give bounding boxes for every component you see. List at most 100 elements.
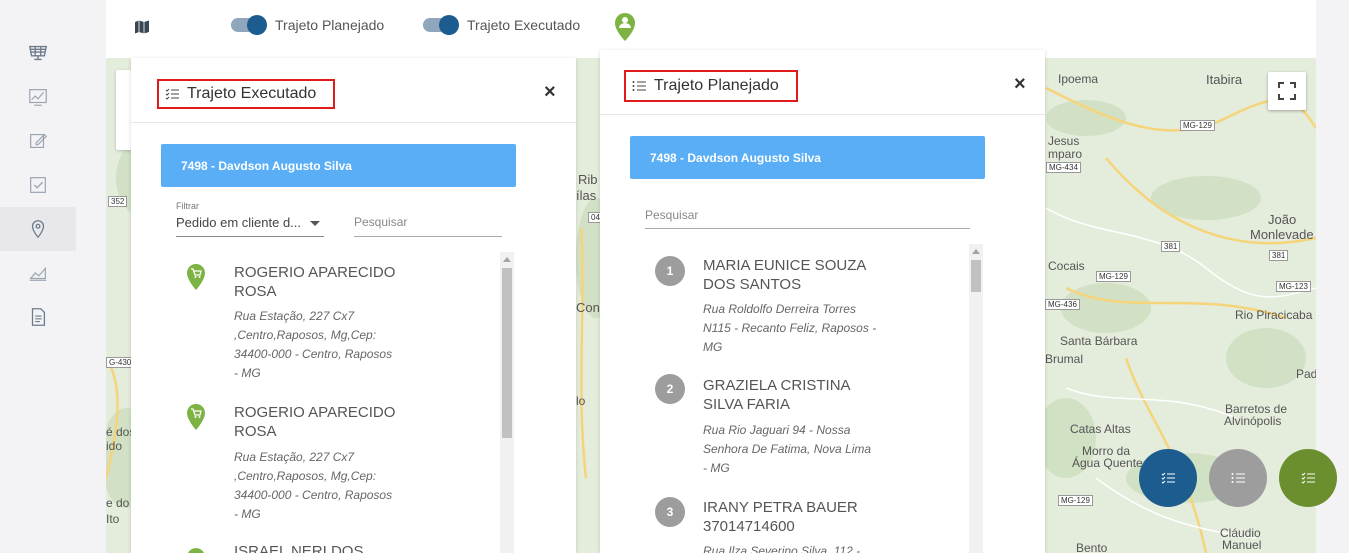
close-button[interactable]: × [544, 81, 556, 104]
map-label: ílas [576, 188, 597, 203]
panel-title-box: Trajeto Executado [157, 79, 335, 109]
client-address: Rua Estação, 227 Cx7 [234, 309, 355, 323]
client-name: 37014714600 [703, 518, 795, 535]
client-name: GRAZIELA CRISTINA [703, 377, 851, 394]
filter-select[interactable]: Pedido em cliente d... [176, 215, 324, 237]
solar-panel-icon [28, 45, 48, 61]
fullscreen-button[interactable] [1268, 72, 1306, 110]
search-input[interactable]: Pesquisar [354, 215, 502, 237]
map-label: Rib [578, 172, 598, 187]
map-label: Rio Piracicaba [1235, 308, 1313, 322]
toggle-executed-label: Trajeto Executado [467, 17, 581, 33]
toggle-planned-label: Trajeto Planejado [275, 17, 385, 33]
map-label: Catas Altas [1070, 422, 1131, 436]
dropdown-arrow-icon [310, 221, 320, 226]
scroll-up-arrow[interactable] [972, 249, 980, 254]
sidebar-item-area-chart[interactable] [0, 251, 76, 295]
sidebar-item-edit[interactable] [0, 119, 76, 163]
map-label: lo [576, 394, 586, 408]
map-icon[interactable] [134, 19, 150, 35]
panel-title: Trajeto Executado [187, 85, 317, 102]
map-label: ido [106, 439, 123, 453]
client-address: - MG [234, 366, 261, 380]
client-address: 34400-000 - Centro, Raposos [234, 347, 393, 361]
map-label: Bento [1076, 541, 1108, 553]
client-address: - MG [703, 461, 730, 475]
document-icon [31, 308, 46, 326]
road-badge: G-430 [106, 357, 135, 368]
location-pin-icon [31, 220, 45, 239]
list-icon [632, 81, 646, 91]
panel-title: Trajeto Planejado [654, 77, 779, 94]
cart-pin-icon [187, 264, 205, 290]
sidebar-item-chart[interactable] [0, 75, 76, 119]
road-badge: MG-129 [1180, 120, 1215, 131]
fullscreen-icon [1278, 82, 1296, 100]
map-label: Santa Bárbara [1060, 334, 1138, 348]
search-input[interactable]: Pesquisar [645, 208, 970, 229]
close-button[interactable]: × [1014, 73, 1026, 96]
checkbox-icon [30, 177, 46, 193]
cart-pin-icon [187, 404, 205, 430]
map-label: Alvinópolis [1224, 414, 1282, 428]
client-name: ROSA [234, 283, 277, 300]
client-name: DOS SANTOS [703, 276, 802, 293]
list-icon [1231, 473, 1245, 483]
sidebar-item-document[interactable] [0, 295, 76, 339]
map-label: e do [106, 496, 130, 510]
map-label: Ipoema [1058, 72, 1099, 86]
fab-executed-route[interactable] [1139, 449, 1197, 507]
road-badge: MG-436 [1045, 299, 1080, 310]
driver-button[interactable]: 7498 - Davdson Augusto Silva [161, 144, 516, 187]
user-pin-icon[interactable] [614, 12, 636, 42]
fab-clients[interactable] [1279, 449, 1337, 507]
scrollbar[interactable] [500, 252, 514, 553]
search-placeholder: Pesquisar [354, 215, 408, 229]
client-name: SILVA FARIA [703, 396, 790, 413]
search-placeholder: Pesquisar [645, 208, 699, 222]
edit-icon [30, 133, 48, 149]
client-address: Rua Estação, 227 Cx7 [234, 450, 355, 464]
map-label: Itabira [1206, 72, 1243, 87]
client-name: ISRAEL NERI DOS [234, 543, 364, 553]
map-label: Ito [106, 512, 120, 526]
area-chart-icon [29, 266, 47, 281]
order-number-badge: 3 [655, 497, 685, 527]
client-address: - MG [234, 507, 261, 521]
sidebar-item-checkbox[interactable] [0, 163, 76, 207]
scrollbar-thumb[interactable] [502, 268, 512, 438]
executed-route-panel: Trajeto Executado × 7498 - Davdson Augus… [131, 58, 576, 553]
map-label: Manuel [1222, 538, 1262, 552]
road-badge: MG-434 [1046, 162, 1081, 173]
client-address: 34400-000 - Centro, Raposos [234, 488, 393, 502]
road-badge: 381 [1269, 250, 1289, 261]
sidebar [0, 0, 76, 553]
sidebar-item-location[interactable] [0, 207, 76, 251]
chart-icon [29, 89, 47, 106]
road-badge: MG-123 [1276, 281, 1311, 292]
road-badge: MG-129 [1096, 271, 1131, 282]
map-label: mparo [1048, 147, 1083, 161]
scrollbar-thumb[interactable] [971, 260, 981, 292]
client-address: MG [703, 340, 723, 354]
planned-route-panel: Trajeto Planejado × 7498 - Davdson Augus… [600, 50, 1045, 553]
road-badge: 381 [1161, 241, 1181, 252]
toggle-executed-route[interactable] [423, 15, 459, 35]
map-label: Monlevade [1250, 227, 1314, 242]
fab-planned-route[interactable] [1209, 449, 1267, 507]
sidebar-item-solar[interactable] [0, 31, 76, 75]
client-address: Rua Ilza Severino Silva, 112 - [703, 544, 861, 553]
map-label: Jesus [1048, 134, 1080, 148]
driver-button[interactable]: 7498 - Davdson Augusto Silva [630, 136, 985, 179]
map-label: Con [576, 300, 600, 315]
client-address: Rua Roldolfo Derreira Torres [703, 302, 856, 316]
scroll-up-arrow[interactable] [503, 257, 511, 262]
map-label: Cocais [1048, 259, 1085, 273]
scrollbar[interactable] [969, 244, 983, 553]
client-name: MARIA EUNICE SOUZA [703, 257, 867, 274]
toggle-planned-route[interactable] [231, 15, 267, 35]
road-badge: 352 [108, 196, 128, 207]
client-name: IRANY PETRA BAUER [703, 499, 858, 516]
map-label: Água Quente [1072, 456, 1143, 470]
list-check-icon [1301, 472, 1315, 484]
